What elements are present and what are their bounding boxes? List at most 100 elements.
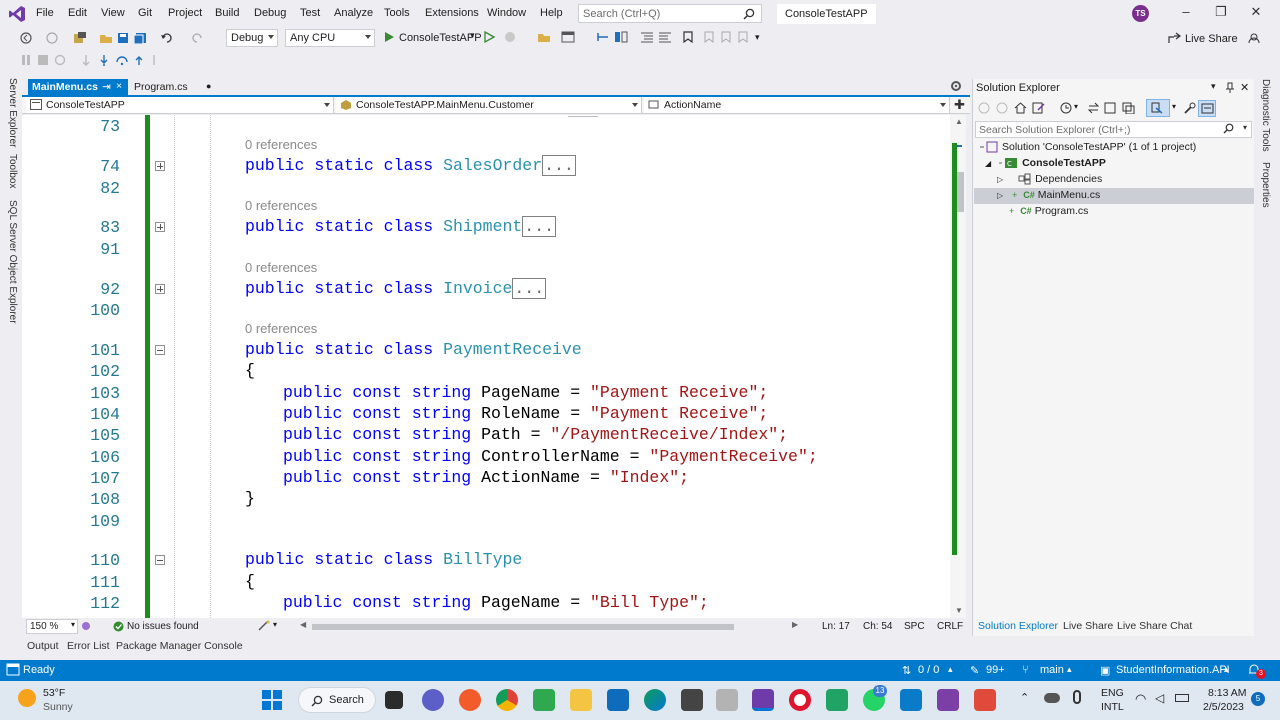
expand-outline-icon[interactable]	[155, 284, 165, 294]
menu-window[interactable]: Window	[487, 7, 526, 19]
refresh-icon[interactable]	[1104, 102, 1117, 114]
step-out-icon[interactable]	[133, 54, 145, 66]
tree-item-dependencies[interactable]: ▷ Dependencies	[997, 173, 1102, 185]
volume-icon[interactable]: ◁	[1155, 691, 1164, 705]
menu-edit[interactable]: Edit	[68, 7, 87, 19]
collapse-all-icon[interactable]	[1122, 102, 1135, 114]
onedrive-icon[interactable]	[1044, 693, 1060, 703]
camtasia-icon[interactable]	[826, 689, 848, 711]
properties-wrench-icon[interactable]	[1183, 102, 1196, 114]
visual-studio-taskbar-icon[interactable]	[752, 689, 774, 711]
sql-server-object-explorer-tab[interactable]: SQL Server Object Explorer	[7, 200, 18, 324]
scrollbar-thumb[interactable]	[957, 172, 964, 212]
microphone-icon[interactable]	[1073, 690, 1081, 704]
collapsed-region[interactable]: ...	[542, 155, 576, 176]
scroll-left-icon[interactable]: ◀	[300, 620, 306, 629]
stop-icon[interactable]	[37, 54, 49, 66]
close-icon[interactable]: ✕	[1242, 4, 1270, 24]
whitespace-indicator[interactable]: SPC	[904, 621, 925, 632]
step-icon[interactable]	[596, 31, 610, 43]
branch-name[interactable]: main	[1040, 664, 1064, 676]
show-all-files-toggle[interactable]	[1146, 99, 1170, 117]
windows-start-icon[interactable]	[262, 690, 282, 710]
codelens-references[interactable]: 0 references	[245, 260, 317, 275]
chrome-icon[interactable]	[496, 689, 518, 711]
collapse-outline-icon[interactable]	[155, 345, 165, 355]
repository-name[interactable]: StudentInformation.API	[1116, 664, 1230, 676]
store-icon[interactable]	[607, 689, 629, 711]
repository-dropdown-icon[interactable]: ▴	[1224, 664, 1229, 675]
tab-mainmenu-cs[interactable]: MainMenu.cs ⇥ ×	[28, 79, 128, 96]
toolbar-overflow-icon[interactable]: ▾	[755, 32, 760, 43]
battery-icon[interactable]	[1175, 694, 1189, 702]
vscode-icon[interactable]	[900, 689, 922, 711]
scroll-down-icon[interactable]: ▼	[955, 606, 963, 615]
hot-reload-icon[interactable]	[503, 31, 517, 43]
weather-sun-icon[interactable]	[18, 689, 36, 707]
restore-icon[interactable]: ❐	[1207, 4, 1235, 24]
breakpoints-icon[interactable]	[614, 31, 628, 43]
diagnostic-tools-tab[interactable]: Diagnostic Tools	[1260, 79, 1271, 152]
live-share-icon[interactable]	[1168, 32, 1181, 44]
close-panel-icon[interactable]: ✕	[1240, 81, 1249, 94]
collapsed-region[interactable]: ...	[522, 216, 557, 237]
search-options-icon[interactable]: ▾	[1243, 123, 1247, 132]
start-without-debugging-icon[interactable]	[484, 31, 495, 43]
panel-menu-icon[interactable]: ▾	[1211, 81, 1216, 92]
settings-gear-icon[interactable]	[950, 80, 962, 92]
layout-icon[interactable]	[561, 31, 575, 43]
settings-app-icon[interactable]	[716, 689, 738, 711]
collapsed-icon[interactable]: ▷	[997, 191, 1003, 200]
errors-dropdown-icon[interactable]: ▴	[948, 664, 953, 675]
configuration-select[interactable]: Debug	[226, 29, 278, 47]
toolbox-tab[interactable]: Toolbox	[7, 154, 18, 188]
uncomment-icon[interactable]	[658, 31, 672, 43]
paint-icon[interactable]	[681, 689, 703, 711]
tree-item-solution[interactable]: Solution 'ConsoleTestAPP' (1 of 1 projec…	[979, 141, 1196, 153]
menu-test[interactable]: Test	[300, 7, 320, 19]
menu-view[interactable]: View	[101, 7, 125, 19]
member-dropdown[interactable]: ActionName	[644, 97, 950, 113]
task-view-icon[interactable]	[385, 691, 403, 709]
properties-tab[interactable]: Properties	[1260, 162, 1271, 208]
tab-live-share[interactable]: Live Share	[1063, 620, 1113, 632]
back-icon[interactable]	[20, 32, 32, 44]
browse-icon[interactable]	[537, 31, 551, 43]
teams-icon[interactable]	[422, 689, 444, 711]
cleanup-dropdown-icon[interactable]: ▾	[273, 620, 277, 629]
pending-changes-count[interactable]: 99+	[986, 664, 1005, 676]
pin-panel-icon[interactable]	[1225, 82, 1235, 94]
intellicode-icon[interactable]	[80, 620, 92, 632]
platform-select[interactable]: Any CPU	[285, 29, 375, 47]
comment-icon[interactable]	[640, 31, 654, 43]
sync-icon[interactable]	[1087, 102, 1100, 114]
forward-icon[interactable]	[46, 32, 58, 44]
opera-icon[interactable]	[789, 689, 811, 711]
menu-git[interactable]: Git	[138, 7, 152, 19]
codelens-references[interactable]: 0 references	[245, 137, 317, 152]
step-into-icon[interactable]	[98, 54, 110, 66]
search-input[interactable]: Search (Ctrl+Q)	[578, 4, 762, 23]
tab-package-manager-console[interactable]: Package Manager Console	[116, 640, 243, 652]
split-editor-icon[interactable]: ✚	[954, 97, 965, 113]
home-icon[interactable]	[1014, 102, 1027, 114]
filter-dropdown-icon[interactable]: ▾	[1172, 102, 1176, 111]
no-issues-icon[interactable]	[113, 621, 124, 632]
tree-item-mainmenu-cs[interactable]: ▷ + C# MainMenu.cs	[997, 189, 1100, 201]
bookmark-clear-icon[interactable]	[737, 31, 751, 43]
preview-selected-toggle[interactable]	[1198, 100, 1216, 117]
run-icon[interactable]	[384, 31, 395, 43]
bookmark-prev-icon[interactable]	[701, 31, 715, 43]
menu-project[interactable]: Project	[168, 7, 202, 19]
avatar[interactable]: TS	[1132, 5, 1149, 22]
codelens-references[interactable]: 0 references	[245, 198, 317, 213]
code-cleanup-icon[interactable]	[257, 620, 271, 632]
minimize-icon[interactable]: –	[1172, 4, 1200, 24]
code-editor[interactable]: 73 74 82 83 91 92 100 101 102 103 104 10…	[22, 115, 956, 618]
new-project-icon[interactable]	[73, 32, 87, 44]
pause-icon[interactable]	[20, 54, 32, 66]
project-dropdown[interactable]: ConsoleTestAPP	[26, 97, 334, 113]
visual-studio-preview-icon[interactable]	[937, 689, 959, 711]
menu-analyze[interactable]: Analyze	[334, 7, 373, 19]
scroll-right-icon[interactable]: ▶	[792, 620, 798, 629]
